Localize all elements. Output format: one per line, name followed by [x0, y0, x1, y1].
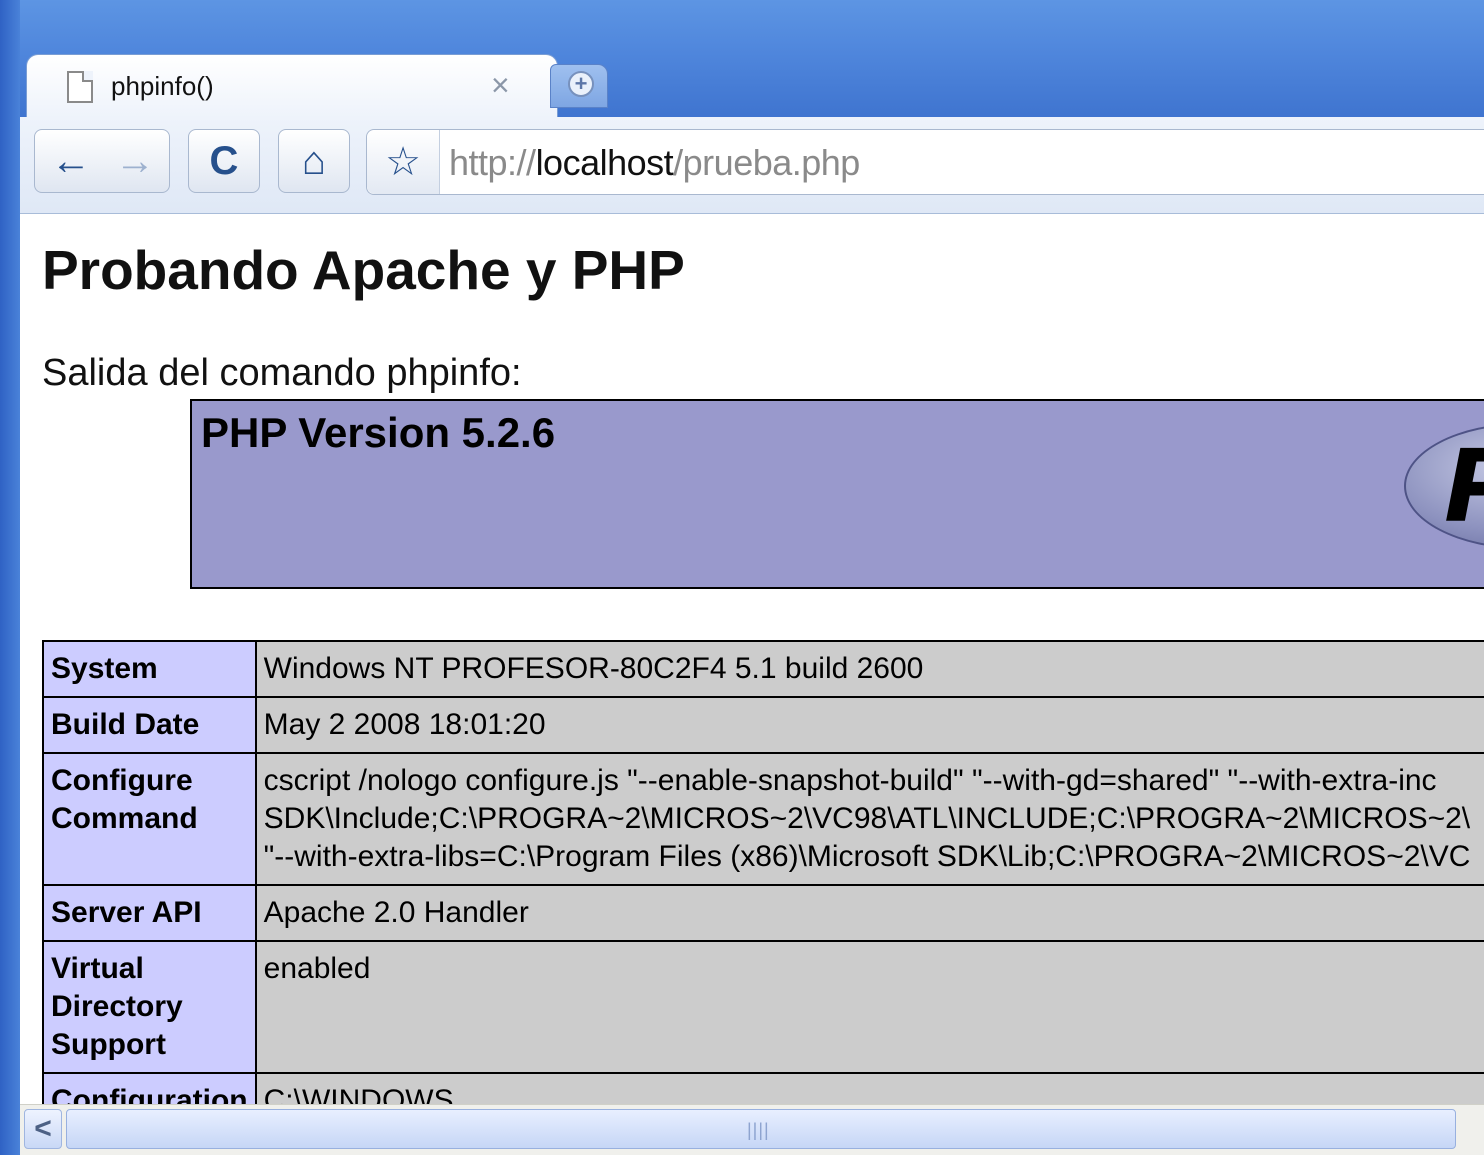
- url-text[interactable]: http://localhost/prueba.php: [449, 142, 860, 184]
- table-row: Configuration C:\WINDOWS: [42, 1072, 1484, 1104]
- grip-icon: ||||: [747, 1120, 770, 1140]
- intro-text: Salida del comando phpinfo:: [42, 352, 522, 394]
- url-scheme: http://: [449, 142, 536, 183]
- table-row: System Windows NT PROFESOR-80C2F4 5.1 bu…: [42, 640, 1484, 698]
- table-row: Virtual Directory Support enabled: [42, 940, 1484, 1074]
- row-value: Windows NT PROFESOR-80C2F4 5.1 build 260…: [254, 640, 1484, 698]
- row-label: Configure Command: [42, 752, 257, 886]
- row-value: enabled: [254, 940, 1484, 1074]
- table-row: Server API Apache 2.0 Handler: [42, 884, 1484, 942]
- reload-button[interactable]: C: [188, 129, 260, 193]
- php-version-header: PHP Version 5.2.6 P: [190, 399, 1484, 589]
- configure-line: "--with-extra-libs=C:\Program Files (x86…: [263, 840, 1471, 873]
- new-tab-button[interactable]: +: [550, 64, 608, 108]
- row-label: Configuration: [42, 1072, 257, 1104]
- page-content: Probando Apache y PHP Salida del comando…: [20, 214, 1484, 1104]
- plus-icon: +: [568, 71, 594, 97]
- url-path: /prueba.php: [673, 142, 860, 183]
- row-value: Apache 2.0 Handler: [254, 884, 1484, 942]
- scroll-left-button[interactable]: <: [24, 1109, 62, 1149]
- configure-line: SDK\Include;C:\PROGRA~2\MICROS~2\VC98\AT…: [263, 802, 1471, 835]
- tab-phpinfo[interactable]: phpinfo() ×: [26, 54, 558, 118]
- table-row: Build Date May 2 2008 18:01:20: [42, 696, 1484, 754]
- home-button[interactable]: ⌂: [278, 129, 350, 193]
- url-host: localhost: [535, 142, 674, 183]
- back-forward-group: ← →: [34, 129, 170, 193]
- row-value: May 2 2008 18:01:20: [254, 696, 1484, 754]
- scrollbar-thumb[interactable]: ||||: [66, 1109, 1456, 1149]
- close-icon[interactable]: ×: [491, 67, 510, 103]
- row-label: System: [42, 640, 257, 698]
- row-value: cscript /nologo configure.js "--enable-s…: [254, 752, 1484, 886]
- forward-button[interactable]: →: [105, 130, 165, 192]
- row-label: Build Date: [42, 696, 257, 754]
- configure-line: cscript /nologo configure.js "--enable-s…: [263, 764, 1437, 797]
- php-logo[interactable]: P: [1404, 423, 1484, 549]
- php-version-title: PHP Version 5.2.6: [201, 409, 556, 456]
- back-button[interactable]: ←: [41, 130, 101, 192]
- home-icon: ⌂: [301, 139, 327, 183]
- tab-title: phpinfo(): [111, 71, 214, 101]
- phpinfo-table: System Windows NT PROFESOR-80C2F4 5.1 bu…: [42, 640, 1484, 1104]
- horizontal-scrollbar[interactable]: < ||||: [20, 1104, 1484, 1155]
- row-value: C:\WINDOWS: [254, 1072, 1484, 1104]
- row-label: Server API: [42, 884, 257, 942]
- page-icon: [67, 71, 93, 103]
- star-icon[interactable]: ☆: [367, 130, 440, 194]
- address-bar[interactable]: ☆ http://localhost/prueba.php: [366, 129, 1484, 195]
- php-logo-letter: P: [1444, 427, 1484, 547]
- browser-toolbar: ← → C ⌂ ☆ http://localhost/prueba.php: [20, 117, 1484, 214]
- table-row: Configure Command cscript /nologo config…: [42, 752, 1484, 886]
- reload-icon: C: [209, 139, 239, 183]
- window-left-border: [0, 0, 20, 1155]
- page-title: Probando Apache y PHP: [42, 239, 685, 301]
- row-label: Virtual Directory Support: [42, 940, 257, 1074]
